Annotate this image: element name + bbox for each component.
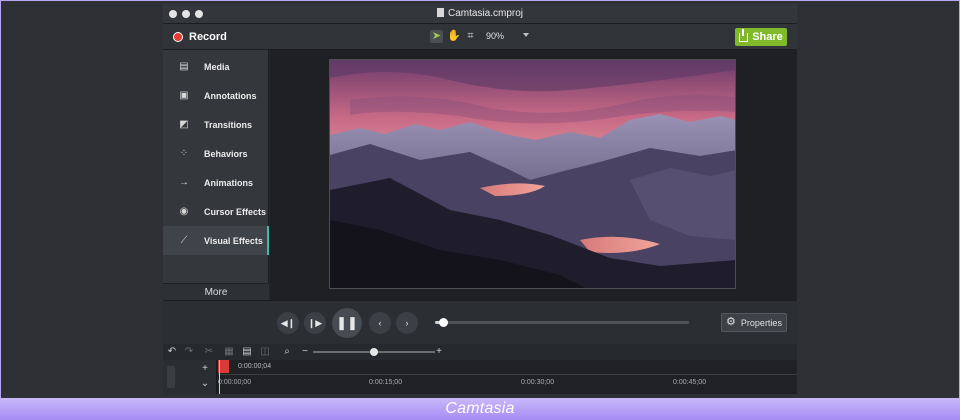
video-preview[interactable] [329, 59, 736, 289]
share-button[interactable]: Share [735, 28, 787, 46]
caption-text: Camtasia [445, 400, 515, 417]
title-bar: Camtasia.cmproj [163, 4, 797, 24]
timeline-ruler[interactable]: 0:00:00;04 0:00:00;00 0:00:15;00 0:00:30… [218, 360, 797, 394]
sidebar-item-label: Animations [204, 177, 254, 188]
paste-icon[interactable]: ▤ [241, 346, 253, 358]
sidebar-item-label: Annotations [204, 90, 257, 101]
tick-label: 0:00:45;00 [673, 379, 707, 386]
document-icon [436, 8, 444, 17]
crop-icon[interactable]: ⌗ [464, 30, 477, 43]
tick-label: 0:00:15;00 [369, 379, 403, 386]
zoom-in-icon[interactable]: + [433, 346, 445, 358]
cursor-effects-icon: ◉ [179, 205, 189, 217]
previous-frame-icon[interactable]: ‹ [369, 312, 391, 334]
canvas-area [270, 50, 797, 300]
undo-icon[interactable]: ↶ [166, 346, 178, 358]
ruler-line [218, 374, 797, 375]
zoom-out-icon[interactable]: − [299, 346, 311, 358]
playback-controls: ◀❙ ❙▶ ❚❚ ‹ › ⚙ Properties [163, 300, 797, 344]
page: Camtasia.cmproj Record ➤ ✋ ⌗ 90% Share ▤… [0, 0, 960, 420]
tools-sidebar: ▤ Media ▣ Annotations ◩ Transitions ⁘ Be… [163, 50, 269, 300]
record-dot-icon [173, 32, 183, 42]
more-button[interactable]: More [163, 283, 269, 300]
timeline-toolbar: ↶ ↷ ✂ ▦ ▤ ◫ ⌕ − + [163, 344, 797, 360]
sidebar-item-label: Media [204, 61, 230, 72]
chevron-down-icon[interactable]: ⌄ [199, 378, 211, 390]
sidebar-item-label: Cursor Effects [204, 206, 267, 217]
step-back-icon[interactable]: ◀❙ [277, 312, 299, 334]
sidebar-item-annotations[interactable]: ▣ Annotations [163, 81, 269, 110]
sidebar-item-animations[interactable]: → Animations [163, 168, 269, 197]
sidebar-item-label: Behaviors [204, 148, 248, 159]
share-icon [739, 28, 749, 42]
record-label: Record [189, 31, 227, 43]
select-tool-icon[interactable]: ➤ [430, 30, 443, 43]
timeline-zoom-handle[interactable] [370, 348, 378, 356]
magic-wand-icon: ⟋ [180, 234, 188, 246]
document-title-text: Camtasia.cmproj [447, 8, 524, 19]
split-icon[interactable]: ◫ [259, 346, 271, 358]
tick-label: 0:00:30;00 [521, 379, 555, 386]
step-forward-icon[interactable]: ❙▶ [304, 312, 326, 334]
zoom-value: 90% [486, 31, 505, 41]
sidebar-item-media[interactable]: ▤ Media [163, 52, 269, 81]
record-button[interactable]: Record [173, 30, 227, 44]
sidebar-item-visual-effects[interactable]: ⟋ Visual Effects [163, 226, 269, 255]
transition-icon: ◩ [179, 118, 189, 130]
sidebar-item-cursor-effects[interactable]: ◉ Cursor Effects [163, 197, 269, 226]
next-frame-icon[interactable]: › [396, 312, 418, 334]
properties-label: Properties [740, 317, 782, 328]
sidebar-item-label: Visual Effects [204, 235, 263, 246]
pan-hand-icon[interactable]: ✋ [447, 30, 461, 43]
behaviors-icon: ⁘ [179, 147, 189, 159]
playhead-line [219, 360, 220, 394]
track-header: + ⌄ [163, 360, 217, 394]
camtasia-window: Camtasia.cmproj Record ➤ ✋ ⌗ 90% Share ▤… [163, 4, 797, 394]
sidebar-item-behaviors[interactable]: ⁘ Behaviors [163, 139, 269, 168]
annotation-icon: ▣ [179, 89, 189, 101]
add-track-icon[interactable]: + [199, 363, 211, 375]
share-label: Share [752, 31, 783, 43]
playhead-time: 0:00:00;04 [238, 363, 272, 370]
caption-bar: Camtasia [0, 398, 960, 420]
scrubber-handle[interactable] [438, 318, 448, 327]
main-toolbar: Record ➤ ✋ ⌗ 90% Share [163, 24, 797, 50]
copy-icon[interactable]: ▦ [223, 346, 235, 358]
timeline-zoom-slider[interactable] [313, 348, 435, 356]
gear-icon: ⚙ [726, 316, 736, 328]
playback-scrubber[interactable] [435, 318, 689, 327]
animation-arrow-icon: → [179, 176, 189, 188]
timeline: + ⌄ 0:00:00;04 0:00:00;00 0:00:15;00 0:0… [163, 360, 797, 394]
properties-button[interactable]: ⚙ Properties [721, 313, 787, 332]
tick-label: 0:00:00;00 [218, 379, 252, 386]
mountain-sunset-image [330, 60, 735, 288]
more-label: More [204, 287, 228, 298]
chevron-down-icon[interactable] [523, 33, 529, 37]
document-title: Camtasia.cmproj [163, 8, 797, 19]
magnifier-icon[interactable]: ⌕ [281, 346, 293, 358]
sidebar-item-transitions[interactable]: ◩ Transitions [163, 110, 269, 139]
redo-icon[interactable]: ↷ [183, 346, 195, 358]
pause-button[interactable]: ❚❚ [332, 308, 362, 338]
cut-icon[interactable]: ✂ [203, 346, 215, 358]
media-filmstrip-icon: ▤ [179, 60, 189, 72]
sidebar-item-label: Transitions [204, 119, 253, 130]
track-lock-icon[interactable] [167, 366, 175, 388]
